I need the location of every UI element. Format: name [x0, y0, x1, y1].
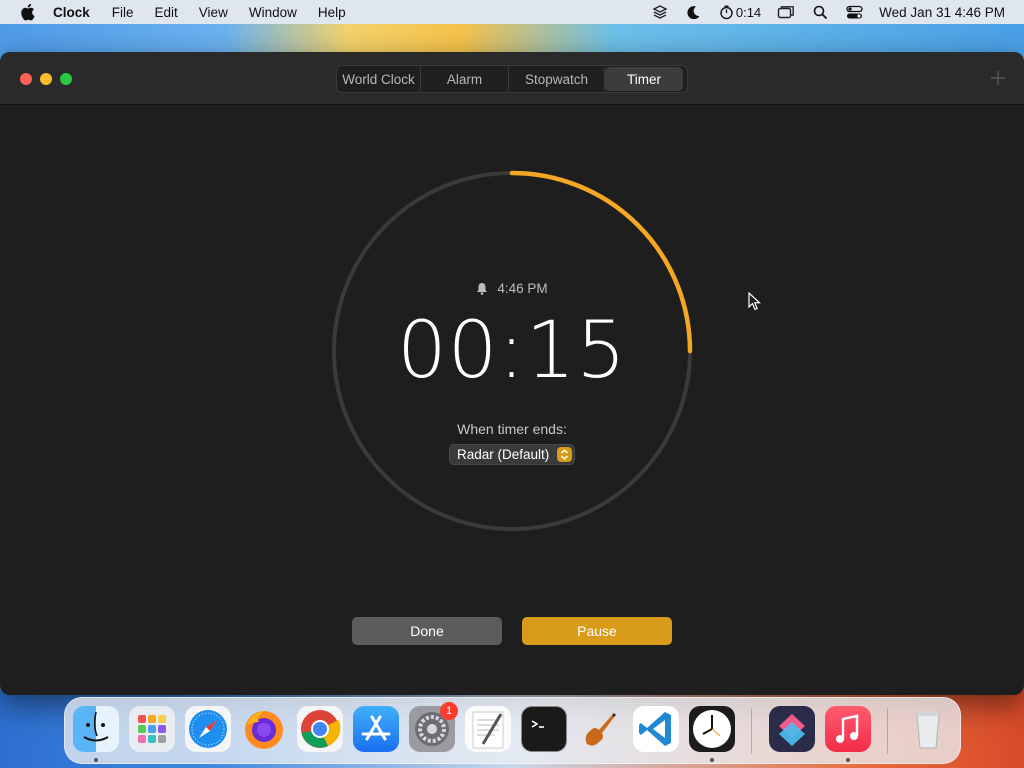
- dock-textedit-icon[interactable]: [465, 706, 511, 752]
- moon-icon[interactable]: [685, 3, 703, 21]
- menu-file[interactable]: File: [112, 5, 134, 20]
- zoom-window-button[interactable]: [60, 73, 72, 85]
- menu-help[interactable]: Help: [318, 5, 346, 20]
- settings-notification-badge: 1: [440, 702, 458, 720]
- dock-chrome-icon[interactable]: [297, 706, 343, 752]
- screen-mirroring-icon[interactable]: [777, 3, 795, 21]
- menubar-datetime[interactable]: Wed Jan 31 4:46 PM: [879, 5, 1005, 20]
- menu-view[interactable]: View: [199, 5, 228, 20]
- tab-timer[interactable]: Timer: [605, 67, 683, 91]
- tab-stopwatch[interactable]: Stopwatch: [509, 67, 605, 91]
- menu-bar: Clock File Edit View Window Help 0:14 We…: [0, 0, 1024, 24]
- close-window-button[interactable]: [20, 73, 32, 85]
- pause-button[interactable]: Pause: [522, 617, 672, 645]
- alarm-time-row: 4:46 PM: [0, 279, 1024, 297]
- dock-terminal-icon[interactable]: [521, 706, 567, 752]
- mouse-pointer-icon: [748, 292, 762, 311]
- timer-sound-value: Radar (Default): [457, 447, 550, 462]
- dock-separator: [751, 708, 752, 754]
- search-icon[interactable]: [811, 3, 829, 21]
- finder-running-indicator: [94, 758, 98, 762]
- control-center-icon[interactable]: [845, 3, 863, 21]
- tab-alarm[interactable]: Alarm: [421, 67, 509, 91]
- dock-separator: [887, 708, 888, 754]
- bell-icon: [476, 282, 489, 295]
- clock-tabs: World Clock Alarm Stopwatch Timer: [336, 65, 688, 93]
- apple-menu-icon[interactable]: [17, 2, 37, 22]
- dock-app-store-icon[interactable]: [353, 706, 399, 752]
- minimize-window-button[interactable]: [40, 73, 52, 85]
- dock-garageband-icon[interactable]: [577, 706, 623, 752]
- dock-finder-icon[interactable]: [73, 706, 119, 752]
- dock-firefox-icon[interactable]: [241, 706, 287, 752]
- dock: [64, 697, 961, 764]
- dock-vscode-icon[interactable]: [633, 706, 679, 752]
- done-button[interactable]: Done: [352, 617, 502, 645]
- dock-shortcuts-icon[interactable]: [769, 706, 815, 752]
- window-titlebar: World Clock Alarm Stopwatch Timer: [0, 52, 1024, 105]
- alarm-time-text: 4:46 PM: [497, 280, 548, 296]
- dock-launchpad-icon[interactable]: [129, 706, 175, 752]
- timer-status-icon: [720, 5, 733, 19]
- menu-edit[interactable]: Edit: [155, 5, 178, 20]
- dock-clock-icon[interactable]: [689, 706, 735, 752]
- timer-ends-label: When timer ends:: [457, 421, 567, 437]
- dock-safari-icon[interactable]: [185, 706, 231, 752]
- timer-countdown: 00:15: [397, 306, 627, 396]
- menubar-timer-status[interactable]: 0:14: [719, 5, 761, 20]
- menu-window[interactable]: Window: [249, 5, 297, 20]
- menu-app-name[interactable]: Clock: [53, 5, 90, 20]
- dock-music-icon[interactable]: [825, 706, 871, 752]
- timer-sound-select[interactable]: Radar (Default): [449, 444, 575, 465]
- music-running-indicator: [846, 758, 850, 762]
- timer-status-text: 0:14: [735, 4, 762, 20]
- tab-world-clock[interactable]: World Clock: [337, 67, 421, 91]
- clock-running-indicator: [710, 758, 714, 762]
- layers-icon[interactable]: [651, 3, 669, 21]
- clock-window: World Clock Alarm Stopwatch Timer 4:46 P…: [0, 52, 1024, 695]
- chevron-up-down-icon: [557, 447, 572, 462]
- dock-trash-icon[interactable]: [905, 706, 951, 752]
- add-icon[interactable]: [988, 68, 1008, 88]
